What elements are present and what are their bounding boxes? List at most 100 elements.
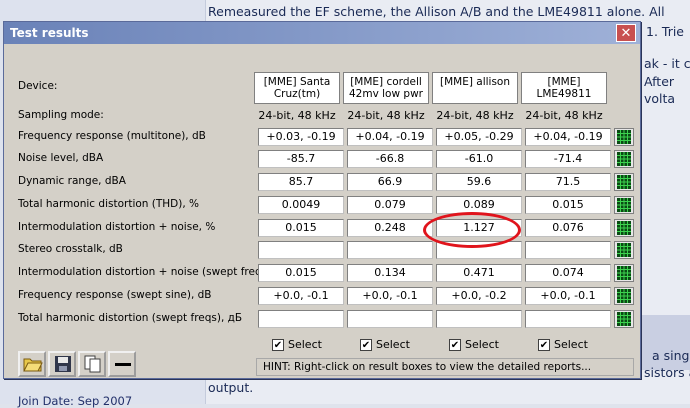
sampling-label: Sampling mode: [18, 109, 104, 121]
post-text-line: a sing [652, 348, 690, 363]
grid-icon [617, 312, 631, 326]
post-text-line: output. [208, 380, 254, 395]
result-cell[interactable] [258, 310, 344, 328]
result-cell[interactable]: 59.6 [436, 173, 522, 191]
device-name-4: [MME] LME49811 [521, 72, 607, 104]
result-cell[interactable]: 0.015 [258, 264, 344, 282]
test-results-window: Test results ✕ Device: [MME] Santa Cruz(… [3, 21, 641, 379]
checkbox-icon: ✔ [449, 338, 461, 351]
row-label: Stereo crosstalk, dB [18, 243, 123, 255]
folder-open-icon [23, 358, 43, 372]
select-checkbox-1[interactable]: ✔ Select [272, 338, 322, 351]
join-date: Join Date: Sep 2007 [18, 394, 133, 408]
result-cell[interactable]: 0.248 [347, 219, 433, 237]
graph-button[interactable] [614, 196, 634, 214]
close-button[interactable]: ✕ [616, 24, 636, 42]
result-cell[interactable]: 85.7 [258, 173, 344, 191]
select-checkbox-2[interactable]: ✔ Select [360, 338, 410, 351]
grid-icon [617, 152, 631, 166]
graph-button[interactable] [614, 173, 634, 191]
grid-icon [617, 130, 631, 144]
result-cell[interactable] [436, 310, 522, 328]
grid-icon [617, 198, 631, 212]
grid-icon [617, 221, 631, 235]
save-button[interactable] [48, 351, 76, 377]
sampling-value: 24-bit, 48 kHz [258, 109, 336, 122]
sampling-value: 24-bit, 48 kHz [436, 109, 514, 122]
grid-icon [617, 289, 631, 303]
result-cell[interactable]: 0.074 [525, 264, 611, 282]
checkbox-icon: ✔ [272, 338, 284, 351]
result-cell[interactable]: +0.04, -0.19 [525, 128, 611, 146]
grid-icon [617, 175, 631, 189]
title-bar[interactable]: Test results ✕ [4, 22, 640, 44]
graph-button[interactable] [614, 264, 634, 282]
row-label: Total harmonic distortion (swept freqs),… [18, 312, 243, 324]
copy-icon [84, 355, 101, 373]
post-text-line: 1. Trie [646, 24, 685, 39]
result-cell[interactable]: 0.0049 [258, 196, 344, 214]
graph-button[interactable] [614, 241, 634, 259]
result-cell[interactable]: -71.4 [525, 150, 611, 168]
result-cell[interactable]: 0.076 [525, 219, 611, 237]
row-label: Noise level, dBA [18, 152, 104, 164]
checkbox-icon: ✔ [360, 338, 372, 351]
result-cell[interactable]: 71.5 [525, 173, 611, 191]
checkbox-icon: ✔ [538, 338, 550, 351]
row-label: Intermodulation distortion + noise, % [18, 221, 216, 233]
row-label: Frequency response (swept sine), dB [18, 289, 212, 301]
result-cell[interactable] [347, 310, 433, 328]
graph-button[interactable] [614, 310, 634, 328]
result-cell[interactable]: +0.0, -0.1 [258, 287, 344, 305]
graph-button[interactable] [614, 219, 634, 237]
device-name-3: [MME] allison [432, 72, 518, 104]
post-text-line: volta [644, 91, 676, 106]
window-title: Test results [10, 26, 89, 40]
post-text-line: Remeasured the EF scheme, the Allison A/… [208, 4, 665, 19]
post-text-line: sistors a [644, 365, 690, 380]
sampling-value: 24-bit, 48 kHz [347, 109, 425, 122]
result-cell[interactable]: +0.0, -0.2 [436, 287, 522, 305]
graph-button[interactable] [614, 150, 634, 168]
select-label: Select [554, 338, 588, 351]
graph-button[interactable] [614, 128, 634, 146]
result-cell[interactable]: 66.9 [347, 173, 433, 191]
post-text-line: After [644, 74, 675, 89]
row-label: Frequency response (multitone), dB [18, 130, 206, 142]
result-cell[interactable] [525, 241, 611, 259]
result-cell[interactable] [258, 241, 344, 259]
result-cell[interactable]: 0.015 [258, 219, 344, 237]
result-cell[interactable]: +0.0, -0.1 [347, 287, 433, 305]
result-cell[interactable]: -66.8 [347, 150, 433, 168]
result-cell[interactable] [347, 241, 433, 259]
copy-button[interactable] [78, 351, 106, 377]
floppy-save-icon [55, 356, 71, 372]
minus-icon [115, 363, 131, 366]
result-cell[interactable]: +0.04, -0.19 [347, 128, 433, 146]
grid-icon [617, 266, 631, 280]
result-cell[interactable]: 0.079 [347, 196, 433, 214]
select-label: Select [376, 338, 410, 351]
result-cell[interactable]: 0.015 [525, 196, 611, 214]
highlight-ellipse [423, 212, 521, 248]
result-cell[interactable]: +0.05, -0.29 [436, 128, 522, 146]
device-name-2: [MME] cordell 42mv low pwr [343, 72, 429, 104]
minimize-button[interactable] [108, 351, 136, 377]
grid-icon [617, 243, 631, 257]
result-cell[interactable]: +0.03, -0.19 [258, 128, 344, 146]
result-cell[interactable]: -61.0 [436, 150, 522, 168]
open-button[interactable] [18, 351, 46, 377]
row-label: Total harmonic distortion (THD), % [18, 198, 200, 210]
row-label: Dynamic range, dBA [18, 175, 126, 187]
device-label: Device: [18, 80, 58, 92]
result-cell[interactable]: 0.471 [436, 264, 522, 282]
graph-button[interactable] [614, 287, 634, 305]
result-cell[interactable]: +0.0, -0.1 [525, 287, 611, 305]
device-name-1: [MME] Santa Cruz(tm) [254, 72, 340, 104]
result-cell[interactable]: 0.134 [347, 264, 433, 282]
select-checkbox-4[interactable]: ✔ Select [538, 338, 588, 351]
result-cell[interactable] [525, 310, 611, 328]
select-label: Select [288, 338, 322, 351]
result-cell[interactable]: -85.7 [258, 150, 344, 168]
select-checkbox-3[interactable]: ✔ Select [449, 338, 499, 351]
